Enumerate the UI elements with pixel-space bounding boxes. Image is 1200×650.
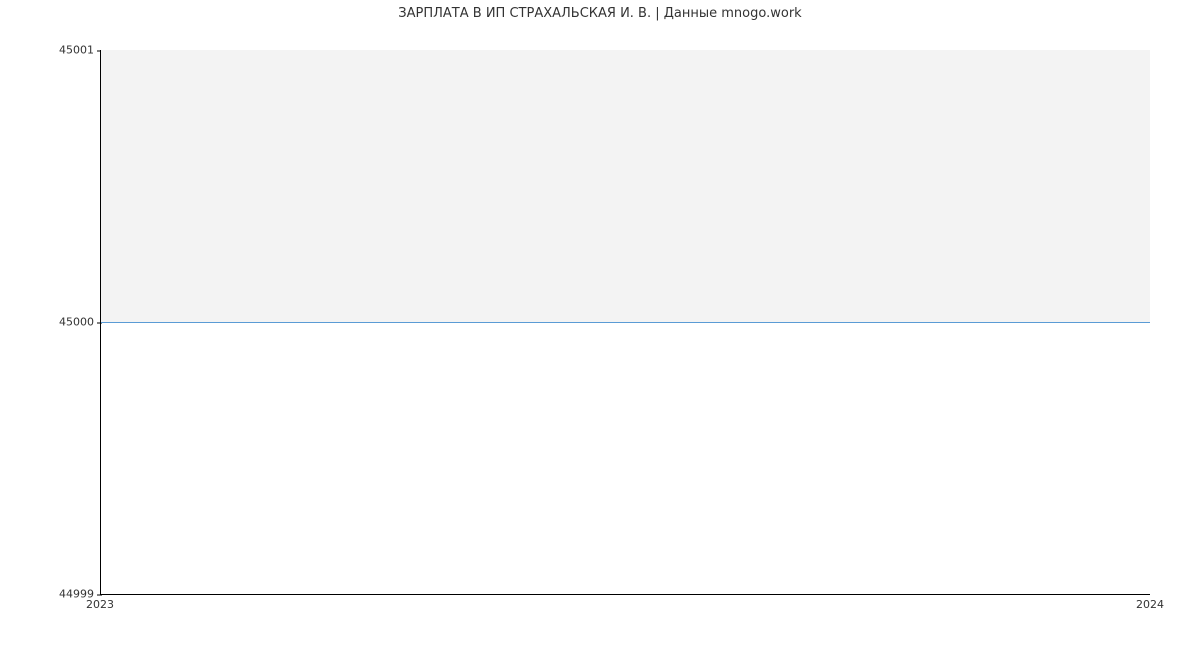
series-line (101, 322, 1150, 323)
y-tick-top: 45001 (59, 44, 94, 57)
y-tick-mid: 45000 (59, 316, 94, 329)
plot-area (100, 50, 1150, 595)
area-fill (101, 50, 1150, 322)
y-tick-label: 45000 (59, 316, 94, 329)
x-tick-right: 2024 (1136, 598, 1164, 611)
chart-title: ЗАРПЛАТА В ИП СТРАХАЛЬСКАЯ И. В. | Данны… (0, 6, 1200, 21)
x-tick-left: 2023 (86, 598, 114, 611)
y-tick-label: 45001 (59, 44, 94, 57)
chart-container: ЗАРПЛАТА В ИП СТРАХАЛЬСКАЯ И. В. | Данны… (0, 0, 1200, 650)
